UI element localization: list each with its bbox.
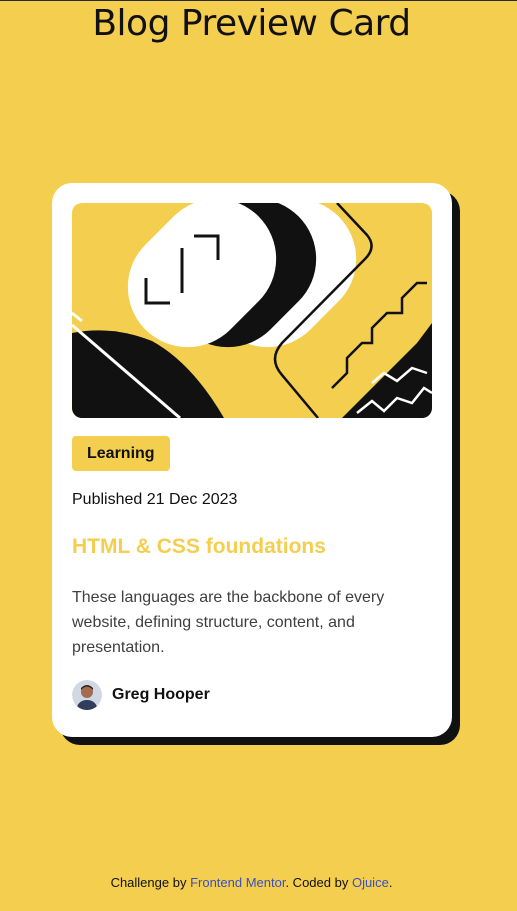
author-name: Greg Hooper <box>112 686 210 703</box>
author-info: Greg Hooper <box>72 680 210 710</box>
post-title-link[interactable]: HTML & CSS foundations <box>72 535 326 559</box>
blog-preview-card: Learning Published 21 Dec 2023 HTML & CS… <box>52 183 452 737</box>
coder-link[interactable]: Ojuice <box>352 875 389 890</box>
footer-middle: . Coded by <box>285 875 352 890</box>
attribution-footer: Challenge by Frontend Mentor. Coded by O… <box>0 875 503 890</box>
published-date: Published 21 Dec 2023 <box>72 491 238 508</box>
post-excerpt: These languages are the backbone of ever… <box>72 589 385 656</box>
article-illustration <box>72 203 432 418</box>
page-title: Blog Preview Card <box>92 3 411 44</box>
footer-suffix: . <box>388 875 393 890</box>
category-badge: Learning <box>72 436 170 471</box>
avatar <box>72 680 102 710</box>
frontend-mentor-link[interactable]: Frontend Mentor <box>190 875 285 890</box>
footer-prefix: Challenge by <box>110 875 191 890</box>
